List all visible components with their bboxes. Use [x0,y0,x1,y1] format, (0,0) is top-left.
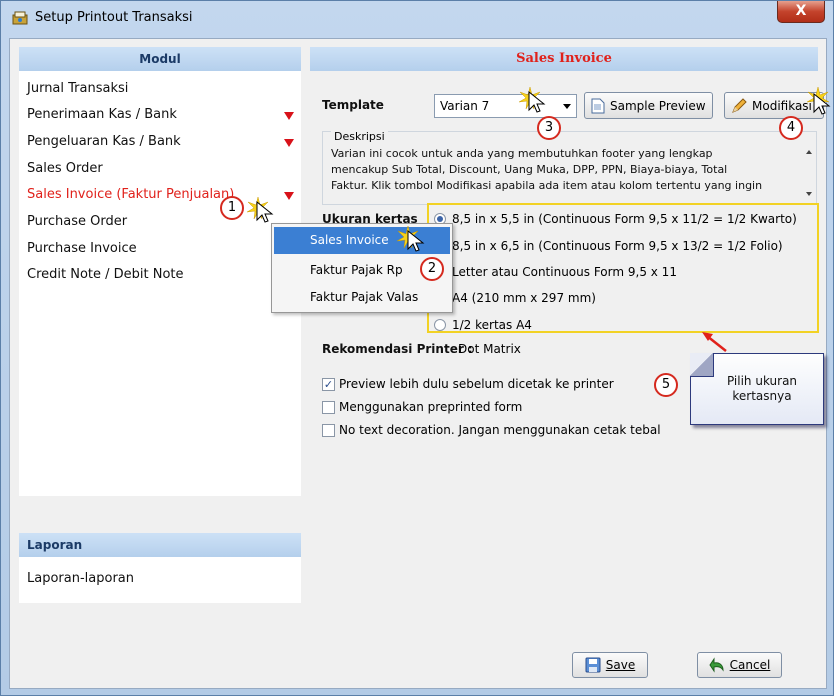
template-label: Template [322,98,384,112]
template-select-value: Varian 7 [440,99,490,113]
floppy-disk-icon [585,657,601,673]
cancel-label: Cancel [729,658,771,672]
window-title: Setup Printout Transaksi [35,10,193,25]
preprinted-form-checkbox[interactable]: Menggunakan preprinted form [322,398,522,416]
sales-invoice-header: Sales Invoice [310,47,818,71]
mouse-cursor-icon [256,201,274,223]
dropdown-triangle-icon[interactable] [284,112,294,120]
modul-item-pengeluaran-kas[interactable]: Pengeluaran Kas / Bank [27,131,181,153]
checkbox-label: No text decoration. Jangan menggunakan c… [339,423,661,437]
checkbox-icon [322,423,335,437]
document-icon [591,98,605,113]
pencil-icon [732,97,747,113]
modul-item-purchase-invoice[interactable]: Purchase Invoice [27,238,137,260]
modul-item-purchase-order[interactable]: Purchase Order [27,211,127,233]
modul-header: Modul [19,47,301,71]
deskripsi-line: Faktur. Klik tombol Modifikasi apabila a… [331,179,763,192]
annotation-arrow-icon [702,332,727,352]
right-panel: Sales Invoice Template Varian 7 Sample P… [310,47,824,645]
close-icon: X [795,3,807,19]
close-button[interactable]: X [777,1,825,23]
modul-item-penerimaan-kas[interactable]: Penerimaan Kas / Bank [27,104,177,126]
step-badge-1: 1 [220,196,244,220]
save-button[interactable]: Save [572,652,648,678]
step-badge-5: 5 [654,373,678,397]
sample-preview-label: Sample Preview [610,98,706,113]
modul-list: Jurnal Transaksi Penerimaan Kas / Bank P… [19,71,301,496]
checkbox-icon [322,400,335,414]
undo-arrow-icon [709,657,724,673]
save-label: Save [605,658,636,672]
deskripsi-scrollbar[interactable] [803,144,815,202]
rekomendasi-printer-value: Dot Matrix [458,342,521,356]
modifikasi-label: Modifikasi [752,98,812,113]
step-badge-3: 3 [537,116,561,140]
dropdown-triangle-icon[interactable] [284,192,294,200]
checkmark-icon: ✓ [322,377,335,391]
menu-item-faktur-pajak-valas[interactable]: Faktur Pajak Valas [274,284,450,311]
laporan-item[interactable]: Laporan-laporan [27,568,134,590]
modul-item-jurnal-transaksi[interactable]: Jurnal Transaksi [27,78,128,100]
preview-checkbox[interactable]: ✓ Preview lebih dulu sebelum dicetak ke p… [322,375,614,393]
mouse-cursor-icon [528,91,546,113]
deskripsi-label: Deskripsi [331,130,388,143]
mouse-cursor-icon [813,93,831,115]
annotation-callout: Pilih ukuran kertasnya [690,353,824,425]
sample-preview-button[interactable]: Sample Preview [584,92,713,119]
laporan-list: Laporan-laporan [19,557,301,603]
deskripsi-box: Deskripsi Varian ini cocok untuk anda ya… [322,130,817,205]
no-text-decoration-checkbox[interactable]: No text decoration. Jangan menggunakan c… [322,421,661,439]
callout-line: Pilih ukuran [726,374,798,388]
rekomendasi-printer-label: Rekomendasi Printer : [322,342,473,356]
setup-printout-window: Setup Printout Transaksi X Modul Jurnal … [0,0,834,696]
step-badge-4: 4 [779,116,803,140]
mouse-cursor-icon [407,230,425,252]
step-badge-2: 2 [420,257,444,281]
laporan-header: Laporan [19,533,301,557]
deskripsi-line: Varian ini cocok untuk anda yang membutu… [331,147,713,160]
callout-text: Pilih ukuran kertasnya [707,374,817,404]
template-select[interactable]: Varian 7 [434,94,577,118]
chevron-down-icon [563,104,571,109]
left-panel: Modul Jurnal Transaksi Penerimaan Kas / … [19,47,301,645]
modul-item-sales-order[interactable]: Sales Order [27,158,103,180]
cancel-button[interactable]: Cancel [697,652,782,678]
checkbox-label: Menggunakan preprinted form [339,400,523,414]
app-icon [12,11,28,25]
deskripsi-line: mencakup Sub Total, Discount, Uang Muka,… [331,163,728,176]
checkbox-label: Preview lebih dulu sebelum dicetak ke pr… [339,377,614,391]
modul-item-sales-invoice[interactable]: Sales Invoice (Faktur Penjualan) [27,184,234,206]
deskripsi-text: Varian ini cocok untuk anda yang membutu… [331,146,791,194]
title-bar: Setup Printout Transaksi X [1,1,833,35]
callout-line: kertasnya [732,389,792,403]
modul-item-credit-debit-note[interactable]: Credit Note / Debit Note [27,264,184,286]
paper-size-highlight [427,203,819,333]
dropdown-triangle-icon[interactable] [284,139,294,147]
